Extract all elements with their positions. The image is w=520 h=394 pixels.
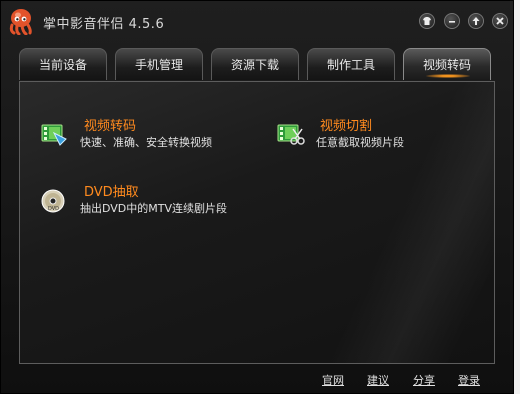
active-tab-indicator — [426, 74, 470, 78]
feature-dvd-extract[interactable]: DVD DVD抽取 抽出DVD中的MTV连续剧片段 — [40, 181, 280, 221]
feature-video-cut[interactable]: 视频切割 任意截取视频片段 — [276, 115, 476, 155]
arrow-up-icon — [472, 17, 480, 25]
footer-link-share[interactable]: 分享 — [413, 372, 435, 388]
tab-current-device[interactable]: 当前设备 — [19, 48, 107, 80]
feature-desc: 抽出DVD中的MTV连续剧片段 — [80, 202, 228, 215]
app-title: 掌中影音伴侣 4.5.6 — [43, 17, 165, 32]
close-button[interactable] — [492, 13, 508, 29]
dvd-icon: DVD — [40, 185, 70, 213]
svg-text:DVD: DVD — [48, 206, 59, 212]
feature-title: 视频转码 — [84, 119, 137, 134]
skin-button[interactable] — [419, 13, 435, 29]
feature-title: 视频切割 — [320, 119, 373, 134]
tab-label: 制作工具 — [326, 58, 375, 72]
video-convert-icon — [40, 119, 70, 147]
video-cut-icon — [276, 119, 306, 147]
tab-label: 视频转码 — [422, 58, 471, 72]
tab-label: 当前设备 — [38, 58, 87, 72]
tab-make-tools[interactable]: 制作工具 — [307, 48, 395, 80]
minimize-icon — [449, 21, 455, 23]
feature-title: DVD抽取 — [84, 185, 139, 200]
footer-link-official-site[interactable]: 官网 — [322, 372, 344, 388]
content-panel: 视频转码 快速、准确、安全转换视频 视频切割 任意截取视频片段 DVD DVD抽… — [19, 81, 495, 364]
feature-desc: 任意截取视频片段 — [316, 136, 404, 149]
title-bar[interactable]: 掌中影音伴侣 4.5.6 — [1, 1, 515, 43]
tshirt-icon — [423, 17, 431, 25]
desktop-edge — [514, 0, 520, 394]
feature-desc: 快速、准确、安全转换视频 — [80, 136, 212, 149]
tab-resource-download[interactable]: 资源下载 — [211, 48, 299, 80]
footer-link-login[interactable]: 登录 — [458, 372, 480, 388]
tab-phone-manage[interactable]: 手机管理 — [115, 48, 203, 80]
feature-video-convert[interactable]: 视频转码 快速、准确、安全转换视频 — [40, 115, 260, 155]
minimize-button[interactable] — [444, 13, 460, 29]
octopus-logo-icon — [7, 7, 35, 36]
close-icon — [496, 17, 504, 25]
tab-label: 资源下载 — [230, 58, 279, 72]
footer-link-feedback[interactable]: 建议 — [367, 372, 389, 388]
upgrade-button[interactable] — [468, 13, 484, 29]
tab-label: 手机管理 — [134, 58, 183, 72]
tab-video-convert[interactable]: 视频转码 — [403, 48, 491, 80]
app-window: 掌中影音伴侣 4.5.6 当前设备 手机管理 资源下载 制作工具 视频转码 视频… — [0, 0, 514, 394]
